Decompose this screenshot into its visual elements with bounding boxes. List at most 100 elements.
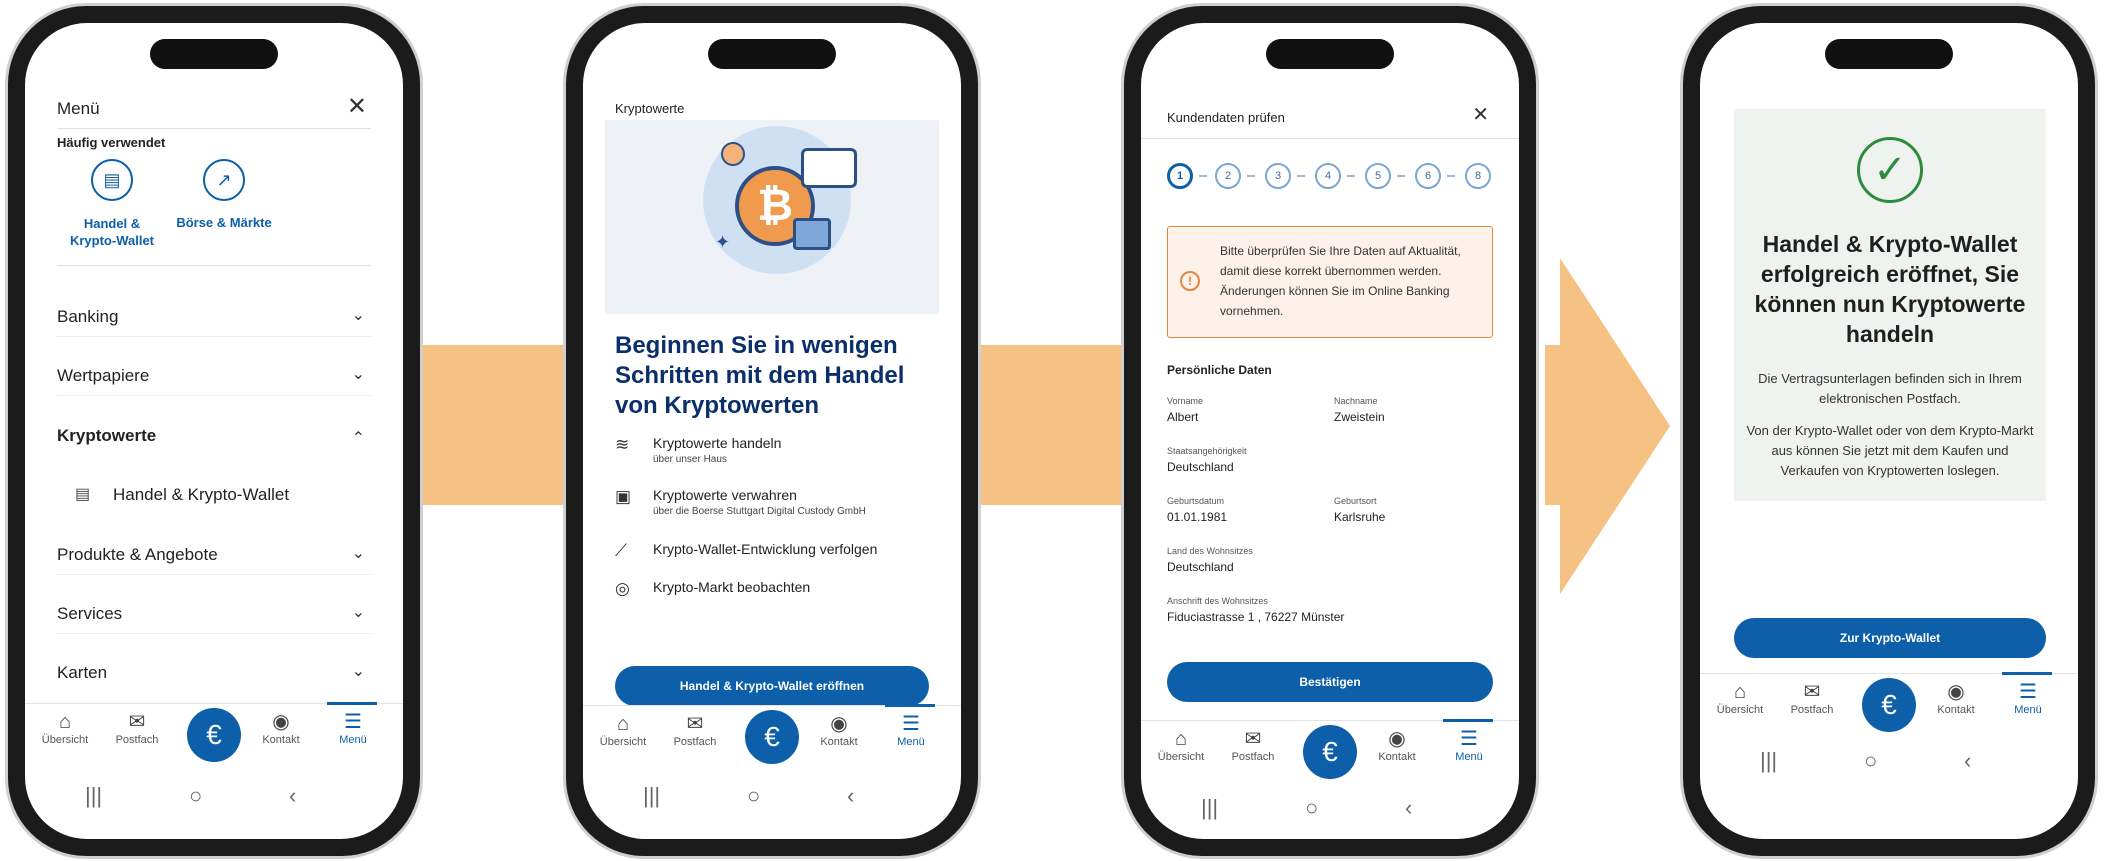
nav-contact[interactable]: ◉ Kontakt [809, 712, 869, 748]
step-indicator: 3 [1265, 163, 1291, 189]
success-panel: ✓ Handel & Krypto-Wallet erfolgreich erö… [1734, 109, 2046, 501]
home-circle-icon[interactable]: ○ [1864, 748, 1877, 774]
home-circle-icon[interactable]: ○ [747, 783, 760, 809]
nav-menu[interactable]: ☰ Menü [1439, 727, 1499, 763]
flow-arrow-2 [980, 345, 1125, 505]
quick-link-markets[interactable]: ↗ Börse & Märkte [169, 159, 279, 249]
nav-mailbox[interactable]: ✉ Postfach [665, 712, 725, 748]
nav-overview[interactable]: ⌂ Übersicht [1151, 727, 1211, 763]
back-icon[interactable]: ‹ [847, 783, 854, 809]
menu-icon: ☰ [902, 713, 920, 735]
menu-item-label: Handel & Krypto-Wallet [113, 485, 290, 504]
nav-contact[interactable]: ◉ Kontakt [1367, 727, 1427, 763]
nav-mailbox[interactable]: ✉ Postfach [1782, 680, 1842, 716]
wallet-icon: ▤ [91, 159, 133, 201]
crypto-illustration: ₿ ✦ [605, 120, 939, 314]
menu-title: Menü [57, 99, 100, 118]
open-wallet-button[interactable]: Handel & Krypto-Wallet eröffnen [615, 666, 929, 706]
chevron-down-icon: ⌄ [351, 663, 365, 680]
menu-icon: ☰ [2019, 681, 2037, 703]
step-indicator: 1 [1167, 163, 1193, 189]
recent-apps-icon[interactable]: ||| [1760, 748, 1777, 774]
bottom-nav: ⌂ Übersicht ✉ Postfach € ◉ Kontakt ☰ Menü [25, 702, 403, 773]
feature-subtitle: über die Boerse Stuttgart Digital Custod… [653, 506, 866, 517]
euro-action-button[interactable]: € [1303, 725, 1357, 779]
nav-label: Übersicht [1157, 751, 1205, 763]
close-icon[interactable]: ✕ [347, 95, 367, 119]
menu-item-label: Wertpapiere [57, 366, 150, 385]
step-indicator: 4 [1315, 163, 1341, 189]
menu-item-karten[interactable]: Karten ⌄ [57, 653, 371, 693]
nav-overview[interactable]: ⌂ Übersicht [593, 712, 653, 748]
menu-item-label: Karten [57, 663, 108, 682]
step-connector [1447, 175, 1455, 177]
active-indicator [2002, 672, 2052, 675]
quick-link-trade-wallet[interactable]: ▤ Handel & Krypto-Wallet [57, 159, 167, 249]
recent-apps-icon[interactable]: ||| [643, 783, 660, 809]
field-label: Land des Wohnsitzes [1167, 546, 1253, 556]
nav-menu[interactable]: ☰ Menü [1998, 680, 2058, 716]
menu-icon: ☰ [344, 711, 362, 733]
hand-coin-icon: ≋ [615, 435, 630, 454]
back-icon[interactable]: ‹ [289, 783, 296, 809]
recent-apps-icon[interactable]: ||| [85, 783, 102, 809]
quick-link-label: Krypto-Wallet [69, 233, 155, 248]
menu-item-kryptowerte[interactable]: Kryptowerte ⌃ [57, 416, 371, 456]
home-circle-icon[interactable]: ○ [189, 783, 202, 809]
menu-item-produkte[interactable]: Produkte & Angebote ⌄ [57, 535, 371, 575]
nav-menu[interactable]: ☰ Menü [323, 710, 383, 746]
nav-mailbox[interactable]: ✉ Postfach [107, 710, 167, 746]
contact-icon: ◉ [1947, 681, 1965, 703]
nav-overview[interactable]: ⌂ Übersicht [1710, 680, 1770, 716]
chart-icon: ↗ [203, 159, 245, 201]
divider [1141, 138, 1519, 139]
close-icon[interactable]: ✕ [1472, 105, 1489, 125]
nav-label: Übersicht [599, 736, 647, 748]
nav-label: Postfach [1231, 751, 1275, 763]
nav-mailbox[interactable]: ✉ Postfach [1223, 727, 1283, 763]
nav-label: Menü [339, 734, 367, 746]
back-icon[interactable]: ‹ [1964, 748, 1971, 774]
step-connector [1297, 175, 1305, 177]
nav-menu[interactable]: ☰ Menü [881, 712, 941, 748]
lock-icon [793, 218, 831, 250]
screen-menu: Menü ✕ Häufig verwendet ▤ Handel & Krypt… [25, 23, 403, 839]
step-indicator: 8 [1465, 163, 1491, 189]
sparkle-icon: ✦ [715, 232, 731, 252]
home-circle-icon[interactable]: ○ [1305, 795, 1318, 821]
menu-item-banking[interactable]: Banking ⌄ [57, 297, 371, 337]
menu-item-wertpapiere[interactable]: Wertpapiere ⌄ [57, 356, 371, 396]
bottom-nav: ⌂ Übersicht ✉ Postfach € ◉ Kontakt ☰ Menü [1141, 719, 1519, 790]
camera-notch [1825, 39, 1953, 69]
nav-contact[interactable]: ◉ Kontakt [1926, 680, 1986, 716]
camera-notch [150, 39, 278, 69]
feature-title: Krypto-Markt beobachten [653, 579, 811, 595]
screen-crypto-intro: Kryptowerte ₿ ✦ Beginnen Sie in wenigen … [583, 23, 961, 839]
euro-action-button[interactable]: € [187, 708, 241, 762]
recent-apps-icon[interactable]: ||| [1201, 795, 1218, 821]
back-icon[interactable]: ‹ [1405, 795, 1412, 821]
mail-icon: ✉ [1244, 728, 1262, 750]
divider [57, 128, 371, 129]
confirm-button[interactable]: Bestätigen [1167, 662, 1493, 702]
mail-icon: ✉ [686, 713, 704, 735]
notice-text: Bitte überprüfen Sie Ihre Daten auf Aktu… [1220, 244, 1461, 318]
euro-action-button[interactable]: € [1862, 678, 1916, 732]
nav-overview[interactable]: ⌂ Übersicht [35, 710, 95, 746]
menu-icon: ☰ [1460, 728, 1478, 750]
euro-action-button[interactable]: € [745, 710, 799, 764]
go-to-wallet-button[interactable]: Zur Krypto-Wallet [1734, 618, 2046, 658]
home-icon: ⌂ [58, 711, 72, 733]
field-label: Vorname [1167, 396, 1204, 406]
step-indicator: 2 [1215, 163, 1241, 189]
phone-crypto-intro: Kryptowerte ₿ ✦ Beginnen Sie in wenigen … [566, 6, 978, 856]
camera-notch [1266, 39, 1394, 69]
nav-label: Menü [1455, 751, 1483, 763]
menu-item-services[interactable]: Services ⌄ [57, 594, 371, 634]
phone-menu: Menü ✕ Häufig verwendet ▤ Handel & Krypt… [8, 6, 420, 856]
system-nav: ||| ○ ‹ [1700, 748, 2078, 778]
step-connector [1199, 175, 1207, 177]
nav-contact[interactable]: ◉ Kontakt [251, 710, 311, 746]
submenu-item-trade-wallet[interactable]: ▤ Handel & Krypto-Wallet [57, 475, 371, 515]
home-icon: ⌂ [616, 713, 630, 735]
